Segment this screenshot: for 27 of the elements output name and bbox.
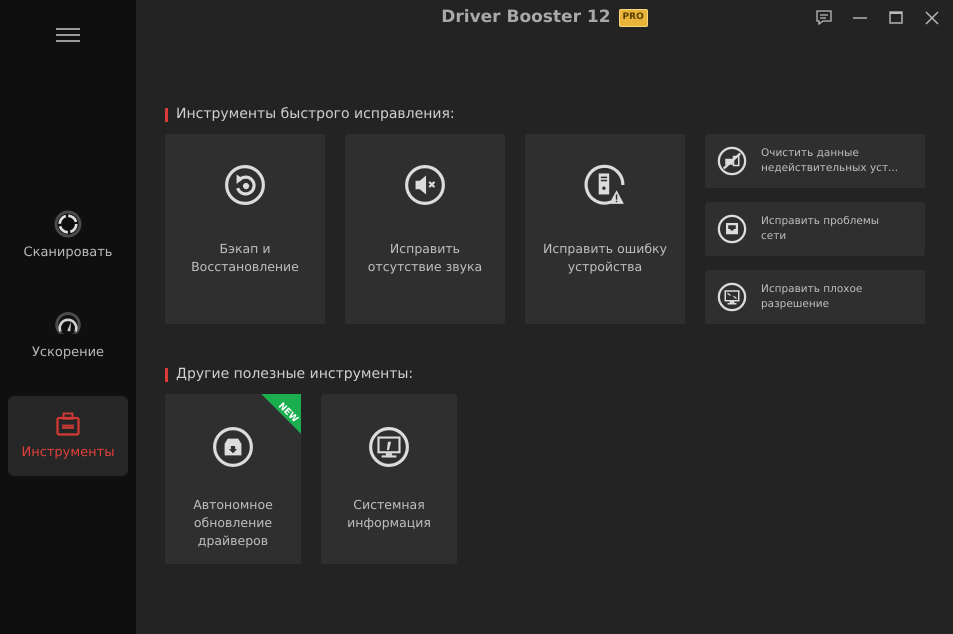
tool-card[interactable]: Бэкап и Восстановление [165,134,325,324]
device-crossed-icon [717,146,747,176]
section-heading: Инструменты быстрого исправления: [176,105,455,124]
window-title: Driver Booster 12 [441,6,611,30]
section-marker [165,368,168,382]
scan-icon [53,209,83,240]
sidebar-item[interactable]: Сканировать [8,196,128,276]
sidebar-item[interactable]: Ускорение [8,296,128,376]
tool-card[interactable]: Исправить ошибку устройства [525,134,685,324]
download-box-icon [212,426,254,468]
tool-card[interactable]: Системная информация [321,394,457,564]
network-port-icon [717,214,747,244]
sidebar-item[interactable]: Инструменты [8,396,128,476]
tool-button[interactable]: Очистить данные недействительных уст... [705,134,925,188]
section-heading: Другие полезные инструменты: [176,365,414,384]
feedback-icon[interactable] [814,8,834,28]
tool-card[interactable]: Исправить отсутствие звука [345,134,505,324]
speaker-mute-icon [404,164,446,206]
monitor-resize-icon [717,282,747,312]
monitor-info-icon [368,426,410,468]
tool-button[interactable]: Исправить проблемы сети [705,202,925,256]
edition-badge: PRO [618,9,648,27]
section-marker [165,108,168,122]
speedometer-icon [53,309,83,340]
device-warning-icon [584,164,626,206]
tool-button[interactable]: Исправить плохое разрешение [705,270,925,324]
restore-icon [224,164,266,206]
